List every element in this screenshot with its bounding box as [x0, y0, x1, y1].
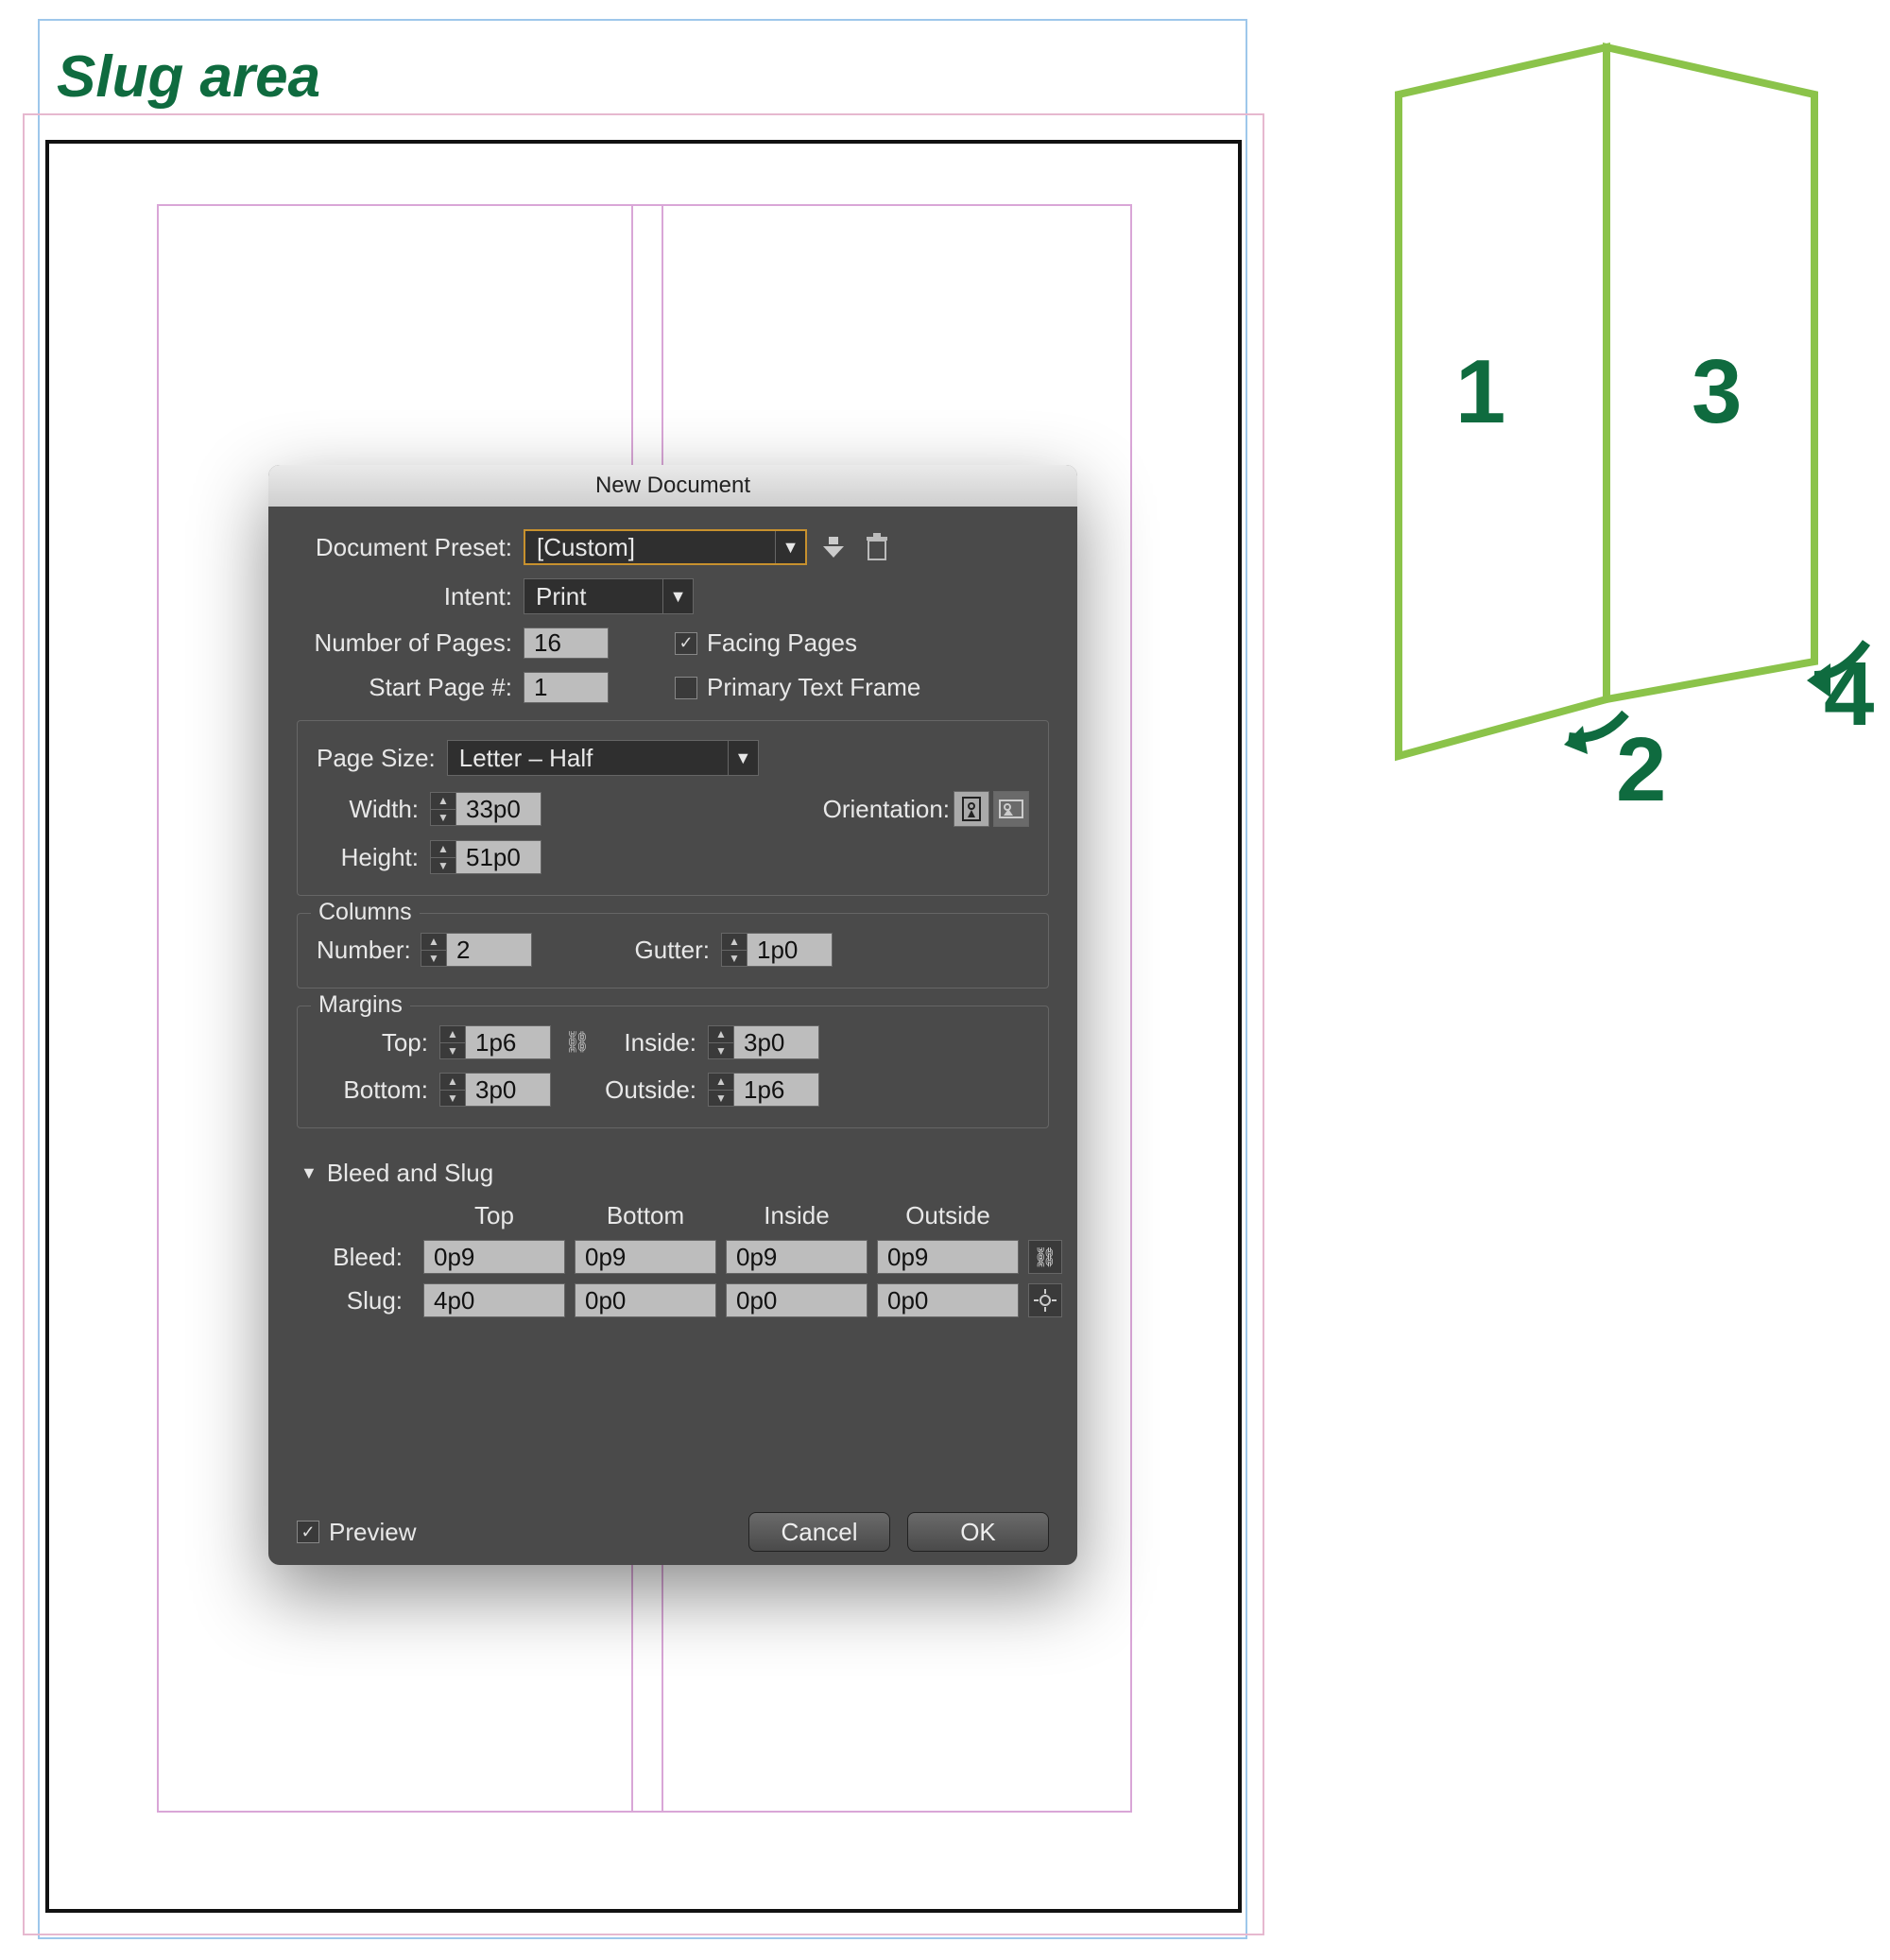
slug-row-label: Slug: — [301, 1286, 414, 1315]
bleed-row-label: Bleed: — [301, 1243, 414, 1272]
preview-label: Preview — [329, 1518, 416, 1547]
page-size-group: Page Size: Letter – Half ▼ Width: ▲▼ 33p… — [297, 720, 1049, 896]
slug-top-input[interactable]: 4p0 — [423, 1283, 565, 1317]
orientation-label: Orientation: — [823, 795, 950, 824]
margin-outside-input[interactable]: ▲▼ 1p6 — [708, 1073, 819, 1107]
height-input[interactable]: ▲▼ 51p0 — [430, 840, 541, 874]
start-page-input[interactable]: 1 — [524, 672, 609, 703]
facing-pages-label: Facing Pages — [707, 628, 857, 658]
fold-number-2: 2 — [1616, 718, 1666, 822]
bleed-top-input[interactable]: 0p9 — [423, 1240, 565, 1274]
gutter-input[interactable]: ▲▼ 1p0 — [721, 933, 833, 967]
link-margins-icon[interactable]: ⛓ — [564, 1030, 591, 1055]
pages-label: Number of Pages: — [297, 628, 524, 658]
header-inside: Inside — [726, 1201, 868, 1230]
delete-preset-icon[interactable] — [860, 530, 894, 564]
margins-title: Margins — [311, 991, 410, 1019]
bleed-slug-title: Bleed and Slug — [327, 1159, 493, 1188]
dialog-title: New Document — [268, 465, 1077, 507]
fold-number-4: 4 — [1824, 643, 1874, 747]
save-preset-icon[interactable] — [816, 530, 850, 564]
fold-diagram: 1 3 2 4 — [1342, 38, 1871, 813]
slug-bottom-input[interactable]: 0p0 — [575, 1283, 716, 1317]
chevron-down-icon: ▼ — [728, 741, 758, 775]
width-input[interactable]: ▲▼ 33p0 — [430, 792, 541, 826]
page-size-select[interactable]: Letter – Half ▼ — [447, 740, 759, 776]
gutter-label: Gutter: — [627, 936, 721, 965]
height-label: Height: — [317, 843, 430, 872]
header-top: Top — [423, 1201, 565, 1230]
margin-bottom-label: Bottom: — [317, 1075, 439, 1105]
preset-value: [Custom] — [525, 533, 775, 562]
bleed-slug-group: ▼ Bleed and Slug Top Bottom Inside Outsi… — [297, 1145, 1049, 1317]
primary-text-frame-label: Primary Text Frame — [707, 673, 920, 702]
link-bleed-icon[interactable]: ⛓ — [1028, 1240, 1062, 1274]
columns-title: Columns — [311, 899, 420, 926]
page-size-label: Page Size: — [317, 744, 436, 773]
preset-label: Document Preset: — [297, 533, 524, 562]
fold-number-1: 1 — [1455, 340, 1505, 444]
pages-input[interactable]: 16 — [524, 628, 609, 659]
chevron-down-icon: ▼ — [775, 531, 805, 563]
margin-bottom-input[interactable]: ▲▼ 3p0 — [439, 1073, 551, 1107]
preview-checkbox[interactable]: ✓ Preview — [297, 1518, 416, 1547]
orientation-portrait-icon[interactable] — [954, 791, 989, 827]
intent-value: Print — [524, 582, 662, 611]
preset-select[interactable]: [Custom] ▼ — [524, 529, 807, 565]
slug-area-label: Slug area — [57, 43, 320, 111]
margin-top-input[interactable]: ▲▼ 1p6 — [439, 1025, 551, 1059]
orientation-landscape-icon[interactable] — [993, 791, 1029, 827]
ok-button[interactable]: OK — [907, 1512, 1049, 1552]
margin-outside-label: Outside: — [604, 1075, 708, 1105]
primary-text-frame-checkbox[interactable]: Primary Text Frame — [675, 673, 920, 702]
header-outside: Outside — [877, 1201, 1019, 1230]
new-document-dialog: New Document Document Preset: [Custom] ▼… — [268, 465, 1077, 1565]
columns-number-label: Number: — [317, 936, 421, 965]
fold-number-3: 3 — [1692, 340, 1742, 444]
columns-number-input[interactable]: ▲▼ 2 — [421, 933, 532, 967]
margin-top-label: Top: — [317, 1028, 439, 1057]
margins-group: Margins Top: ▲▼ 1p6 ⛓ Inside: ▲▼ 3p0 — [297, 1006, 1049, 1128]
margin-inside-input[interactable]: ▲▼ 3p0 — [708, 1025, 819, 1059]
chevron-down-icon: ▼ — [662, 579, 693, 613]
bleed-outside-input[interactable]: 0p9 — [877, 1240, 1019, 1274]
bleed-bottom-input[interactable]: 0p9 — [575, 1240, 716, 1274]
intent-select[interactable]: Print ▼ — [524, 578, 694, 614]
facing-pages-checkbox[interactable]: ✓ Facing Pages — [675, 628, 857, 658]
page-size-value: Letter – Half — [448, 744, 728, 773]
width-label: Width: — [317, 795, 430, 824]
slug-inside-input[interactable]: 0p0 — [726, 1283, 868, 1317]
link-slug-icon[interactable] — [1028, 1283, 1062, 1317]
header-bottom: Bottom — [575, 1201, 716, 1230]
margin-inside-label: Inside: — [604, 1028, 708, 1057]
disclosure-triangle-icon[interactable]: ▼ — [301, 1163, 318, 1183]
columns-group: Columns Number: ▲▼ 2 Gutter: ▲▼ 1p0 — [297, 913, 1049, 989]
start-page-label: Start Page #: — [297, 673, 524, 702]
slug-outside-input[interactable]: 0p0 — [877, 1283, 1019, 1317]
cancel-button[interactable]: Cancel — [748, 1512, 890, 1552]
intent-label: Intent: — [297, 582, 524, 611]
bleed-inside-input[interactable]: 0p9 — [726, 1240, 868, 1274]
